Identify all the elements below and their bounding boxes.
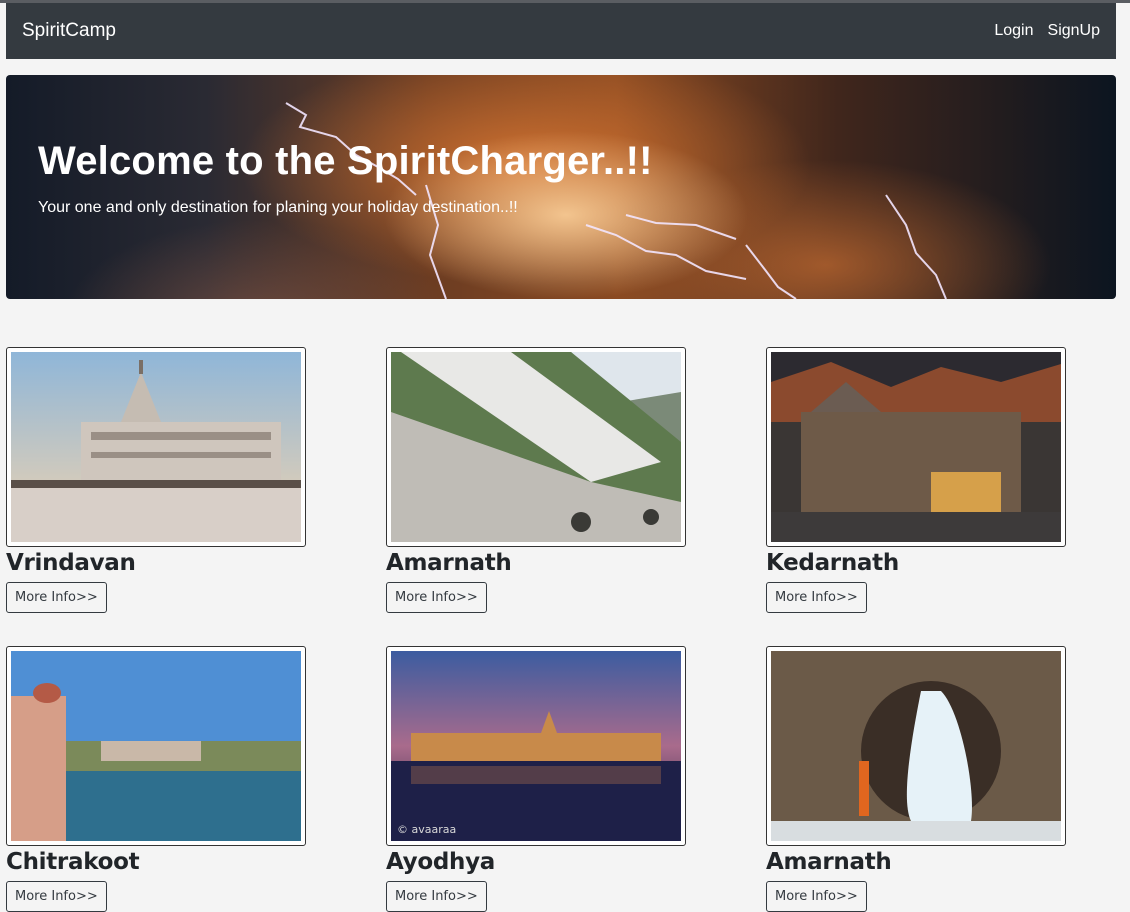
signup-link[interactable]: SignUp bbox=[1048, 22, 1100, 40]
login-link[interactable]: Login bbox=[994, 22, 1033, 40]
temple-photo bbox=[11, 352, 301, 542]
riverbank-photo bbox=[11, 651, 301, 841]
more-info-button[interactable]: More Info>> bbox=[766, 582, 867, 613]
navbar: SpiritCamp Login SignUp bbox=[6, 3, 1116, 59]
mountain-trail-photo bbox=[391, 352, 681, 542]
photo-watermark: © avaaraa bbox=[397, 823, 456, 836]
more-info-button[interactable]: More Info>> bbox=[766, 881, 867, 912]
ice-lingam-cave-photo bbox=[771, 651, 1061, 841]
nav-links: Login SignUp bbox=[994, 22, 1100, 40]
more-info-button[interactable]: More Info>> bbox=[386, 582, 487, 613]
kedarnath-temple-photo bbox=[771, 352, 1061, 542]
place-name: Kedarnath bbox=[766, 550, 899, 576]
lightning-background bbox=[285, 102, 947, 299]
more-info-button[interactable]: More Info>> bbox=[6, 881, 107, 912]
place-name: Ayodhya bbox=[386, 849, 496, 875]
ayodhya-ghat-photo: © avaaraa bbox=[391, 651, 681, 841]
place-image[interactable]: © avaaraa bbox=[386, 646, 686, 846]
place-name: Chitrakoot bbox=[6, 849, 140, 875]
brand-link[interactable]: SpiritCamp bbox=[22, 20, 116, 42]
more-info-button[interactable]: More Info>> bbox=[386, 881, 487, 912]
place-card: Amarnath More Info>> bbox=[766, 646, 1066, 912]
place-name: Amarnath bbox=[766, 849, 892, 875]
hero-title: Welcome to the SpiritCharger..!! bbox=[38, 139, 653, 183]
more-info-button[interactable]: More Info>> bbox=[6, 582, 107, 613]
place-name: Vrindavan bbox=[6, 550, 136, 576]
place-image[interactable] bbox=[766, 347, 1066, 547]
place-card: Chitrakoot More Info>> bbox=[6, 646, 306, 912]
place-card: Kedarnath More Info>> bbox=[766, 347, 1066, 613]
place-image[interactable] bbox=[6, 646, 306, 846]
hero-banner: Welcome to the SpiritCharger..!! Your on… bbox=[6, 75, 1116, 299]
place-card: Vrindavan More Info>> bbox=[6, 347, 306, 613]
place-name: Amarnath bbox=[386, 550, 512, 576]
place-image[interactable] bbox=[386, 347, 686, 547]
place-image[interactable] bbox=[6, 347, 306, 547]
place-image[interactable] bbox=[766, 646, 1066, 846]
place-card: Amarnath More Info>> bbox=[386, 347, 686, 613]
place-card: © avaaraa Ayodhya More Info>> bbox=[386, 646, 686, 912]
hero-subtitle: Your one and only destination for planin… bbox=[38, 199, 518, 216]
